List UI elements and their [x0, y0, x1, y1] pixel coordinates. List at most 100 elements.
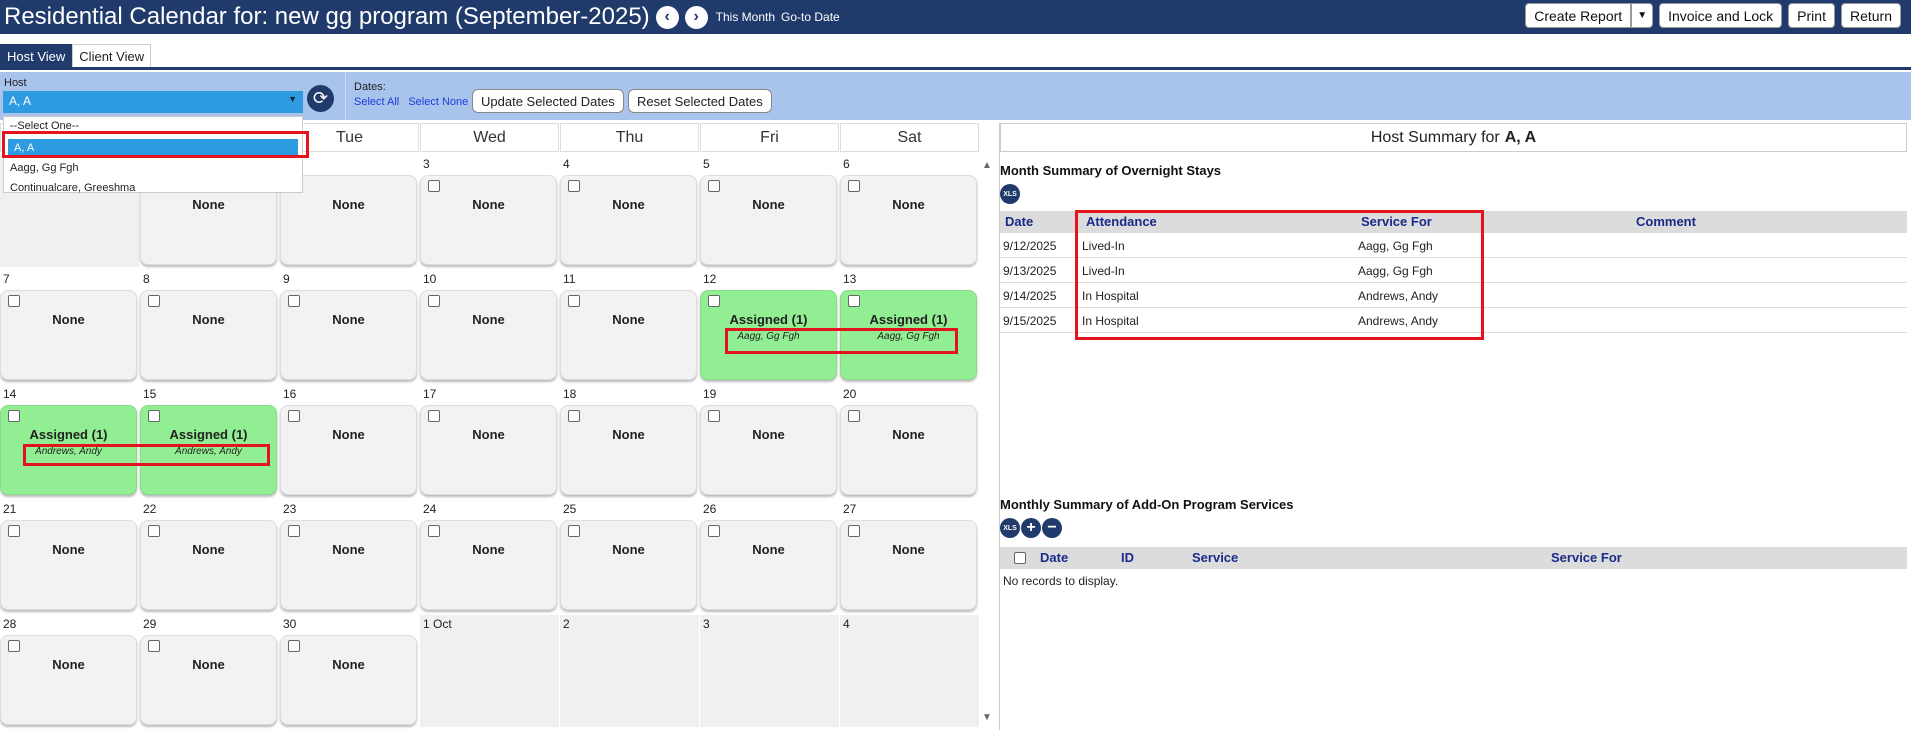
day-status-card[interactable]: None	[840, 405, 977, 495]
table-row[interactable]: 9/15/2025 In Hospital Andrews, Andy	[1000, 308, 1907, 333]
calendar-day-cell[interactable]: 30 None	[280, 615, 419, 727]
calendar-day-cell[interactable]: 11 None	[560, 270, 699, 382]
day-checkbox[interactable]	[288, 410, 300, 422]
day-status-card[interactable]: None	[560, 405, 697, 495]
add-icon[interactable]: +	[1021, 518, 1041, 538]
day-checkbox[interactable]	[288, 295, 300, 307]
day-status-card[interactable]: Assigned (1) Aagg, Gg Fgh	[700, 290, 837, 380]
scroll-down-icon[interactable]: ▼	[982, 712, 992, 723]
day-status-card[interactable]: None	[560, 290, 697, 380]
calendar-day-cell[interactable]: 28 None	[0, 615, 139, 727]
day-status-card[interactable]: None	[560, 520, 697, 610]
calendar-day-cell[interactable]: 3	[700, 615, 839, 727]
col-date[interactable]: Date	[1005, 214, 1033, 229]
remove-icon[interactable]: −	[1042, 518, 1062, 538]
calendar-day-cell[interactable]: 26 None	[700, 500, 839, 612]
day-status-card[interactable]: None	[420, 175, 557, 265]
col-comment[interactable]: Comment	[1636, 214, 1696, 229]
host-option[interactable]: Aagg, Gg Fgh	[4, 159, 302, 179]
calendar-day-cell[interactable]: 14 Assigned (1) Andrews, Andy	[0, 385, 139, 497]
day-checkbox[interactable]	[848, 410, 860, 422]
calendar-day-cell[interactable]: 8 None	[140, 270, 279, 382]
col-service-for[interactable]: Service For	[1551, 550, 1622, 565]
day-status-card[interactable]: None	[280, 290, 417, 380]
day-checkbox[interactable]	[428, 410, 440, 422]
day-checkbox[interactable]	[708, 295, 720, 307]
day-status-card[interactable]: None	[280, 635, 417, 725]
select-all-link[interactable]: Select All	[354, 96, 399, 108]
calendar-day-cell[interactable]: 6 None	[840, 155, 979, 267]
day-checkbox[interactable]	[848, 295, 860, 307]
day-checkbox[interactable]	[148, 410, 160, 422]
day-status-card[interactable]: None	[840, 520, 977, 610]
day-checkbox[interactable]	[848, 180, 860, 192]
host-select[interactable]: A, A ▼	[3, 91, 303, 113]
col-date[interactable]: Date	[1040, 550, 1068, 565]
day-status-card[interactable]: None	[700, 520, 837, 610]
calendar-day-cell[interactable]: 20 None	[840, 385, 979, 497]
table-row[interactable]: 9/12/2025 Lived-In Aagg, Gg Fgh	[1000, 233, 1907, 258]
calendar-day-cell[interactable]: 4	[840, 615, 979, 727]
day-checkbox[interactable]	[8, 295, 20, 307]
col-service[interactable]: Service	[1192, 550, 1238, 565]
day-status-card[interactable]: None	[280, 520, 417, 610]
print-button[interactable]: Print	[1788, 3, 1835, 28]
col-id[interactable]: ID	[1121, 550, 1134, 565]
day-checkbox[interactable]	[568, 410, 580, 422]
tab-host-view[interactable]: Host View	[0, 44, 73, 68]
day-status-card[interactable]: Assigned (1) Andrews, Andy	[0, 405, 137, 495]
calendar-day-cell[interactable]: 2	[560, 615, 699, 727]
select-none-link[interactable]: Select None	[408, 96, 468, 108]
select-all-checkbox[interactable]	[1014, 552, 1026, 564]
col-attendance[interactable]: Attendance	[1086, 214, 1157, 229]
calendar-day-cell[interactable]: 15 Assigned (1) Andrews, Andy	[140, 385, 279, 497]
day-checkbox[interactable]	[568, 295, 580, 307]
calendar-day-cell[interactable]: 19 None	[700, 385, 839, 497]
calendar-day-cell[interactable]: 21 None	[0, 500, 139, 612]
invoice-lock-button[interactable]: Invoice and Lock	[1659, 3, 1783, 28]
calendar-day-cell[interactable]: 18 None	[560, 385, 699, 497]
calendar-day-cell[interactable]: 17 None	[420, 385, 559, 497]
day-checkbox[interactable]	[288, 525, 300, 537]
calendar-day-cell[interactable]: 24 None	[420, 500, 559, 612]
day-status-card[interactable]: None	[700, 175, 837, 265]
refresh-icon[interactable]: ⟳	[307, 85, 334, 112]
calendar-day-cell[interactable]: 1 Oct	[420, 615, 559, 727]
this-month-link[interactable]: This Month	[716, 10, 775, 24]
day-status-card[interactable]: Assigned (1) Andrews, Andy	[140, 405, 277, 495]
update-selected-dates-button[interactable]: Update Selected Dates	[472, 89, 624, 113]
tab-client-view[interactable]: Client View	[72, 44, 152, 68]
day-checkbox[interactable]	[8, 640, 20, 652]
xls-export-icon[interactable]: XLS	[1000, 518, 1020, 538]
day-status-card[interactable]: None	[420, 405, 557, 495]
day-checkbox[interactable]	[708, 410, 720, 422]
host-option[interactable]: --Select One--	[4, 117, 302, 137]
calendar-day-cell[interactable]: 9 None	[280, 270, 419, 382]
day-status-card[interactable]: None	[280, 405, 417, 495]
day-status-card[interactable]: None	[140, 635, 277, 725]
calendar-day-cell[interactable]: 25 None	[560, 500, 699, 612]
day-status-card[interactable]: None	[140, 290, 277, 380]
calendar-day-cell[interactable]: 12 Assigned (1) Aagg, Gg Fgh	[700, 270, 839, 382]
calendar-day-cell[interactable]: 29 None	[140, 615, 279, 727]
day-status-card[interactable]: None	[0, 290, 137, 380]
host-option-selected[interactable]: A, A	[8, 139, 298, 157]
next-month-icon[interactable]: ›	[684, 5, 708, 29]
create-report-dropdown-icon[interactable]: ▼	[1631, 3, 1654, 28]
day-checkbox[interactable]	[428, 295, 440, 307]
host-option[interactable]: Continualcare, Greeshma	[4, 179, 302, 199]
day-checkbox[interactable]	[708, 180, 720, 192]
prev-month-icon[interactable]: ‹	[655, 5, 679, 29]
calendar-day-cell[interactable]: 27 None	[840, 500, 979, 612]
day-status-card[interactable]: None	[140, 520, 277, 610]
day-checkbox[interactable]	[428, 180, 440, 192]
day-status-card[interactable]: None	[840, 175, 977, 265]
calendar-day-cell[interactable]: 7 None	[0, 270, 139, 382]
calendar-day-cell[interactable]: 4 None	[560, 155, 699, 267]
calendar-day-cell[interactable]: 3 None	[420, 155, 559, 267]
scroll-up-icon[interactable]: ▲	[982, 160, 992, 171]
day-checkbox[interactable]	[148, 295, 160, 307]
day-checkbox[interactable]	[708, 525, 720, 537]
day-status-card[interactable]: None	[420, 290, 557, 380]
calendar-day-cell[interactable]: 22 None	[140, 500, 279, 612]
